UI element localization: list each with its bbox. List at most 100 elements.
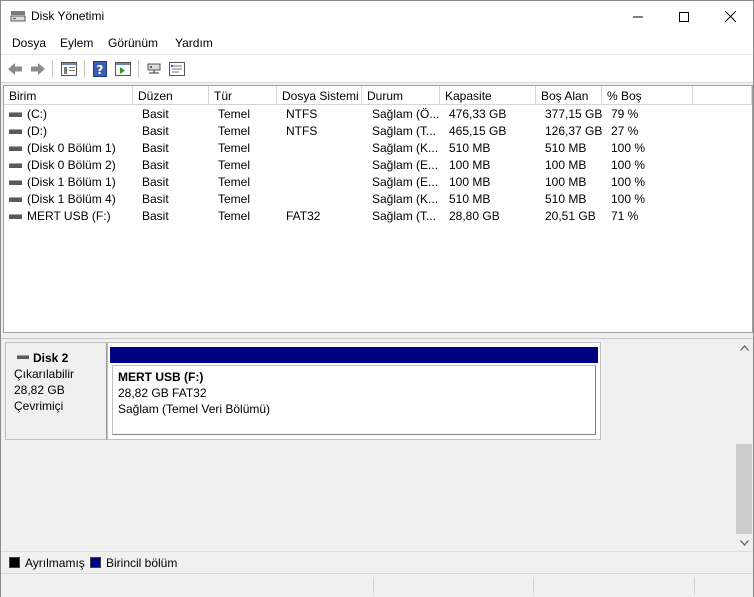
help-icon[interactable]: ?: [90, 59, 110, 79]
menu-gorunum[interactable]: Görünüm: [108, 36, 158, 50]
cell-tur: Temel: [218, 158, 251, 172]
vertical-scrollbar[interactable]: [735, 339, 753, 551]
partition-status: Sağlam (Temel Veri Bölümü): [118, 402, 271, 416]
volume-icon: [9, 129, 22, 134]
volume-icon: [9, 112, 22, 117]
cell-tur: Temel: [218, 192, 251, 206]
column-header-birim[interactable]: Birim: [4, 86, 133, 105]
table-row[interactable]: MERT USB (F:) Basit Temel FAT32 Sağlam (T...…: [4, 208, 752, 225]
column-header-duzen[interactable]: Düzen: [133, 86, 209, 105]
toolbar: ?: [1, 54, 753, 83]
cell-durum: Sağlam (Ö...: [372, 107, 440, 121]
cell-yuzde-bos: 71 %: [611, 209, 639, 223]
partition-block[interactable]: MERT USB (F:) 28,82 GB FAT32 Sağlam (Tem…: [107, 342, 601, 440]
back-arrow-icon[interactable]: [5, 59, 25, 79]
column-header-kapasite[interactable]: Kapasite: [440, 86, 536, 105]
cell-birim: (D:): [27, 124, 47, 138]
cell-birim: (Disk 0 Bölüm 2): [27, 158, 116, 172]
legend: Ayrılmamış Birincil bölüm: [1, 551, 753, 573]
partition-details[interactable]: MERT USB (F:) 28,82 GB FAT32 Sağlam (Tem…: [112, 365, 596, 435]
column-header-bos-alan[interactable]: Boş Alan: [536, 86, 602, 105]
scroll-up-icon[interactable]: [735, 339, 753, 356]
forward-arrow-icon[interactable]: [28, 59, 48, 79]
column-header-durum[interactable]: Durum: [362, 86, 440, 105]
cell-durum: Sağlam (T...: [372, 209, 437, 223]
cell-dosya-sistemi: NTFS: [286, 107, 318, 121]
cell-yuzde-bos: 27 %: [611, 124, 639, 138]
legend-swatch-primary: [90, 557, 101, 568]
connect-icon[interactable]: [144, 59, 164, 79]
table-row[interactable]: (Disk 0 Bölüm 2) Basit Temel Sağlam (E... 10…: [4, 157, 752, 174]
cell-yuzde-bos: 100 %: [611, 192, 646, 206]
cell-bos-alan: 100 MB: [545, 158, 587, 172]
cell-kapasite: 510 MB: [449, 192, 491, 206]
menu-eylem[interactable]: Eylem: [60, 36, 93, 50]
cell-yuzde-bos: 79 %: [611, 107, 639, 121]
table-row[interactable]: (C:) Basit Temel NTFS Sağlam (Ö... 476,33 GB 3…: [4, 106, 752, 123]
cell-bos-alan: 377,15 GB: [545, 107, 603, 121]
partition-size-fs: 28,82 GB FAT32: [118, 386, 207, 400]
menu-yardim[interactable]: Yardım: [175, 36, 213, 50]
cell-durum: Sağlam (E...: [372, 175, 439, 189]
menu-bar: Dosya Eylem Görünüm Yardım: [1, 32, 753, 54]
console-icon[interactable]: [113, 59, 133, 79]
cell-kapasite: 476,33 GB: [449, 107, 507, 121]
table-row[interactable]: (Disk 1 Bölüm 1) Basit Temel Sağlam (E... 10…: [4, 174, 752, 191]
cell-kapasite: 510 MB: [449, 141, 491, 155]
cell-duzen: Basit: [142, 124, 169, 138]
legend-swatch-unallocated: [9, 557, 20, 568]
cell-bos-alan: 510 MB: [545, 192, 587, 206]
disk-icon: [17, 355, 29, 359]
legend-label-unallocated: Ayrılmamış: [25, 556, 85, 570]
disk-management-window: Disk Yönetimi Dosya Eylem Görünüm Yardım: [0, 0, 754, 597]
maximize-button[interactable]: [661, 1, 707, 32]
volume-icon: [9, 214, 22, 219]
scroll-down-icon[interactable]: [735, 534, 753, 551]
primary-partition-bar: [110, 347, 598, 363]
partition-name: MERT USB (F:): [118, 370, 204, 384]
menu-dosya[interactable]: Dosya: [12, 36, 46, 50]
disk-status: Çevrimiçi: [14, 399, 64, 413]
cell-tur: Temel: [218, 175, 251, 189]
cell-duzen: Basit: [142, 141, 169, 155]
close-button[interactable]: [707, 1, 753, 32]
cell-birim: (Disk 1 Bölüm 4): [27, 192, 116, 206]
cell-durum: Sağlam (T...: [372, 124, 437, 138]
column-header-yuzde-bos[interactable]: % Boş: [602, 86, 693, 105]
cell-dosya-sistemi: FAT32: [286, 209, 321, 223]
disk-graphic-pane: Disk 2 Çıkarılabilir 28,82 GB Çevrimiçi …: [3, 339, 753, 551]
column-header-dosya-sistemi[interactable]: Dosya Sistemi: [277, 86, 362, 105]
properties-icon[interactable]: [167, 59, 187, 79]
window-title: Disk Yönetimi: [31, 9, 105, 23]
cell-yuzde-bos: 100 %: [611, 141, 646, 155]
table-row[interactable]: (Disk 0 Bölüm 1) Basit Temel Sağlam (K... 51…: [4, 140, 752, 157]
cell-duzen: Basit: [142, 107, 169, 121]
table-row[interactable]: (D:) Basit Temel NTFS Sağlam (T... 465,15 GB 1…: [4, 123, 752, 140]
disk-management-app-icon: [10, 10, 26, 23]
cell-bos-alan: 510 MB: [545, 141, 587, 155]
cell-tur: Temel: [218, 141, 251, 155]
disk-info-panel[interactable]: Disk 2 Çıkarılabilir 28,82 GB Çevrimiçi: [5, 342, 107, 440]
volume-icon: [9, 180, 22, 185]
disk-type: Çıkarılabilir: [14, 367, 75, 381]
cell-durum: Sağlam (K...: [372, 192, 439, 206]
cell-durum: Sağlam (E...: [372, 158, 439, 172]
cell-duzen: Basit: [142, 209, 169, 223]
cell-bos-alan: 100 MB: [545, 175, 587, 189]
column-header-tur[interactable]: Tür: [209, 86, 277, 105]
disk-name: Disk 2: [33, 351, 69, 365]
disk-list-icon[interactable]: [59, 59, 79, 79]
minimize-button[interactable]: [615, 1, 661, 32]
cell-kapasite: 100 MB: [449, 175, 491, 189]
table-row[interactable]: (Disk 1 Bölüm 4) Basit Temel Sağlam (K... 51…: [4, 191, 752, 208]
cell-kapasite: 28,80 GB: [449, 209, 500, 223]
cell-birim: (C:): [27, 107, 47, 121]
cell-bos-alan: 20,51 GB: [545, 209, 596, 223]
volume-icon: [9, 146, 22, 151]
legend-label-primary: Birincil bölüm: [106, 556, 178, 570]
volume-list[interactable]: Birim Düzen Tür Dosya Sistemi Durum Kapa…: [3, 85, 753, 333]
cell-birim: MERT USB (F:): [27, 209, 111, 223]
scroll-thumb[interactable]: [736, 444, 752, 534]
cell-duzen: Basit: [142, 192, 169, 206]
volume-icon: [9, 197, 22, 202]
